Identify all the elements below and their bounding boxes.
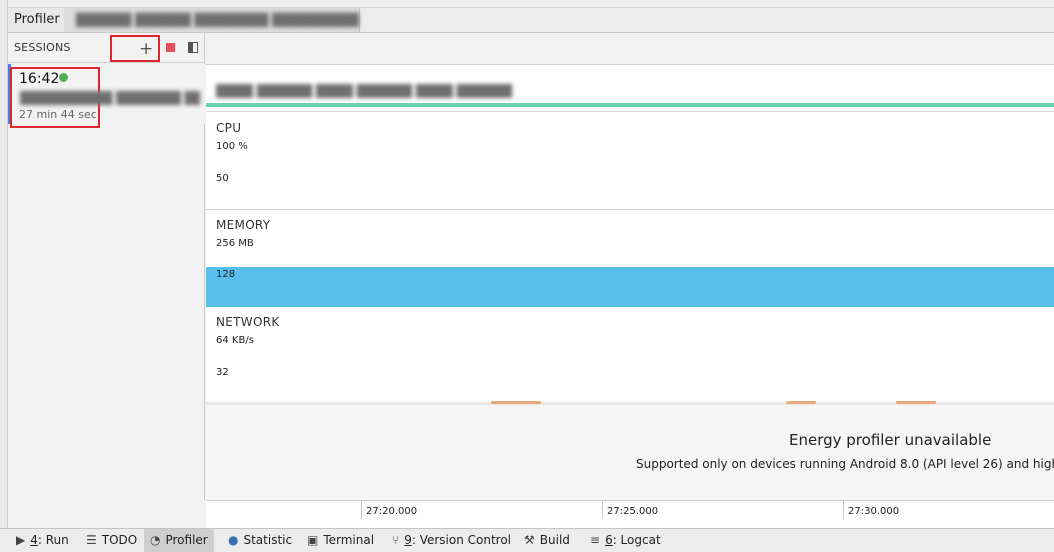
- network-axis-max: 64 KB/s: [216, 335, 254, 346]
- build-tool-tab[interactable]: ⚒ Build: [518, 529, 576, 552]
- left-gutter: [0, 0, 8, 528]
- network-traffic-blip: [896, 401, 936, 404]
- energy-unavailable-note: Supported only on devices running Androi…: [636, 457, 1054, 471]
- profiler-tab[interactable]: Profiler: [8, 8, 67, 32]
- logcat-mnemonic: 6: [605, 533, 613, 547]
- version-control-icon: ⑂: [392, 533, 400, 547]
- live-status-dot: [59, 73, 68, 82]
- cpu-title: CPU: [216, 121, 242, 135]
- device-process-tab[interactable]: ██████ ██████ ████████ ████████████: [64, 8, 360, 32]
- terminal-icon: ▣: [307, 533, 319, 547]
- profiler-main: ████ ██████ ████ ██████ ████ ██████ CPU …: [206, 33, 1054, 500]
- profiler-toolbar-area: [206, 33, 1054, 65]
- memory-usage-area: [206, 267, 1054, 307]
- activity-bar: [206, 103, 1054, 107]
- memory-axis-max: 256 MB: [216, 238, 254, 249]
- plus-icon: +: [139, 39, 154, 59]
- stop-session-button[interactable]: [166, 43, 175, 52]
- time-tick: [361, 501, 362, 519]
- todo-label: TODO: [101, 533, 138, 547]
- new-session-button[interactable]: +: [110, 35, 160, 62]
- statistic-tool-tab[interactable]: ● Statistic: [222, 529, 298, 552]
- session-duration: 27 min 44 sec: [19, 108, 97, 121]
- run-tool-tab[interactable]: ▶ 4: Run: [10, 529, 75, 552]
- sessions-panel: SESSIONS + 16:42 ██████████ ███████ ███ …: [8, 33, 205, 500]
- profiler-label: Profiler: [165, 533, 208, 547]
- todo-tool-tab[interactable]: ☰ TODO: [80, 529, 143, 552]
- time-axis[interactable]: 27:20.000 27:25.000 27:30.000: [206, 500, 1054, 528]
- session-device-name-blurred: ██████████ ███████ ███ ███: [20, 91, 200, 105]
- cpu-axis-max: 100 %: [216, 141, 248, 152]
- memory-monitor[interactable]: MEMORY 256 MB 128: [206, 210, 1054, 307]
- network-monitor[interactable]: NETWORK 64 KB/s 32: [206, 307, 1054, 405]
- terminal-label: Terminal: [323, 533, 375, 547]
- version-control-tool-tab[interactable]: ⑂ 9: Version Control: [386, 529, 517, 552]
- device-process-name-blurred: ██████ ██████ ████████ ████████████: [76, 13, 359, 27]
- run-mnemonic: 4: [30, 533, 38, 547]
- sessions-title: SESSIONS: [14, 41, 71, 54]
- network-title: NETWORK: [216, 315, 280, 329]
- energy-unavailable-title: Energy profiler unavailable: [789, 431, 992, 449]
- version-control-mnemonic: 9: [404, 533, 412, 547]
- statistic-label: Statistic: [243, 533, 293, 547]
- cpu-monitor[interactable]: CPU 100 % 50: [206, 113, 1054, 210]
- time-tick-label: 27:30.000: [848, 506, 900, 517]
- time-tick: [602, 501, 603, 519]
- statistic-icon: ●: [228, 533, 239, 547]
- profiler-titlebar: Profiler ██████ ██████ ████████ ████████…: [8, 8, 1054, 33]
- activity-name-blurred: ████ ██████ ████ ██████ ████ ██████: [216, 84, 512, 98]
- sessions-header: SESSIONS +: [8, 33, 205, 63]
- network-axis-mid: 32: [216, 367, 229, 378]
- tool-window-bar: ▶ 4: Run ☰ TODO ◔ Profiler ● Statistic ▣ Term…: [0, 528, 1054, 552]
- logcat-label: : Logcat: [612, 533, 661, 547]
- logcat-tool-tab[interactable]: ≡ 6: Logcat: [584, 529, 667, 552]
- terminal-tool-tab[interactable]: ▣ Terminal: [301, 529, 380, 552]
- collapse-panel-icon[interactable]: [188, 42, 198, 53]
- profiler-icon: ◔: [150, 533, 161, 547]
- profiler-tool-tab[interactable]: ◔ Profiler: [144, 529, 214, 552]
- time-tick-label: 27:25.000: [607, 506, 659, 517]
- time-tick-label: 27:20.000: [366, 506, 418, 517]
- session-start-time: 16:42: [19, 71, 60, 87]
- network-traffic-blip: [491, 401, 541, 404]
- memory-title: MEMORY: [216, 218, 271, 232]
- energy-monitor: Energy profiler unavailable Supported on…: [206, 405, 1054, 500]
- build-icon: ⚒: [524, 533, 535, 547]
- memory-axis-mid: 128: [216, 269, 236, 280]
- time-tick: [843, 501, 844, 519]
- todo-icon: ☰: [86, 533, 97, 547]
- top-border: [0, 0, 1054, 8]
- build-label: Build: [539, 533, 570, 547]
- run-label: : Run: [37, 533, 69, 547]
- event-timeline[interactable]: ████ ██████ ████ ██████ ████ ██████: [206, 65, 1054, 112]
- version-control-label: : Version Control: [411, 533, 512, 547]
- network-traffic-blip: [786, 401, 816, 404]
- run-icon: ▶: [16, 533, 26, 547]
- logcat-icon: ≡: [590, 533, 601, 547]
- cpu-axis-mid: 50: [216, 173, 229, 184]
